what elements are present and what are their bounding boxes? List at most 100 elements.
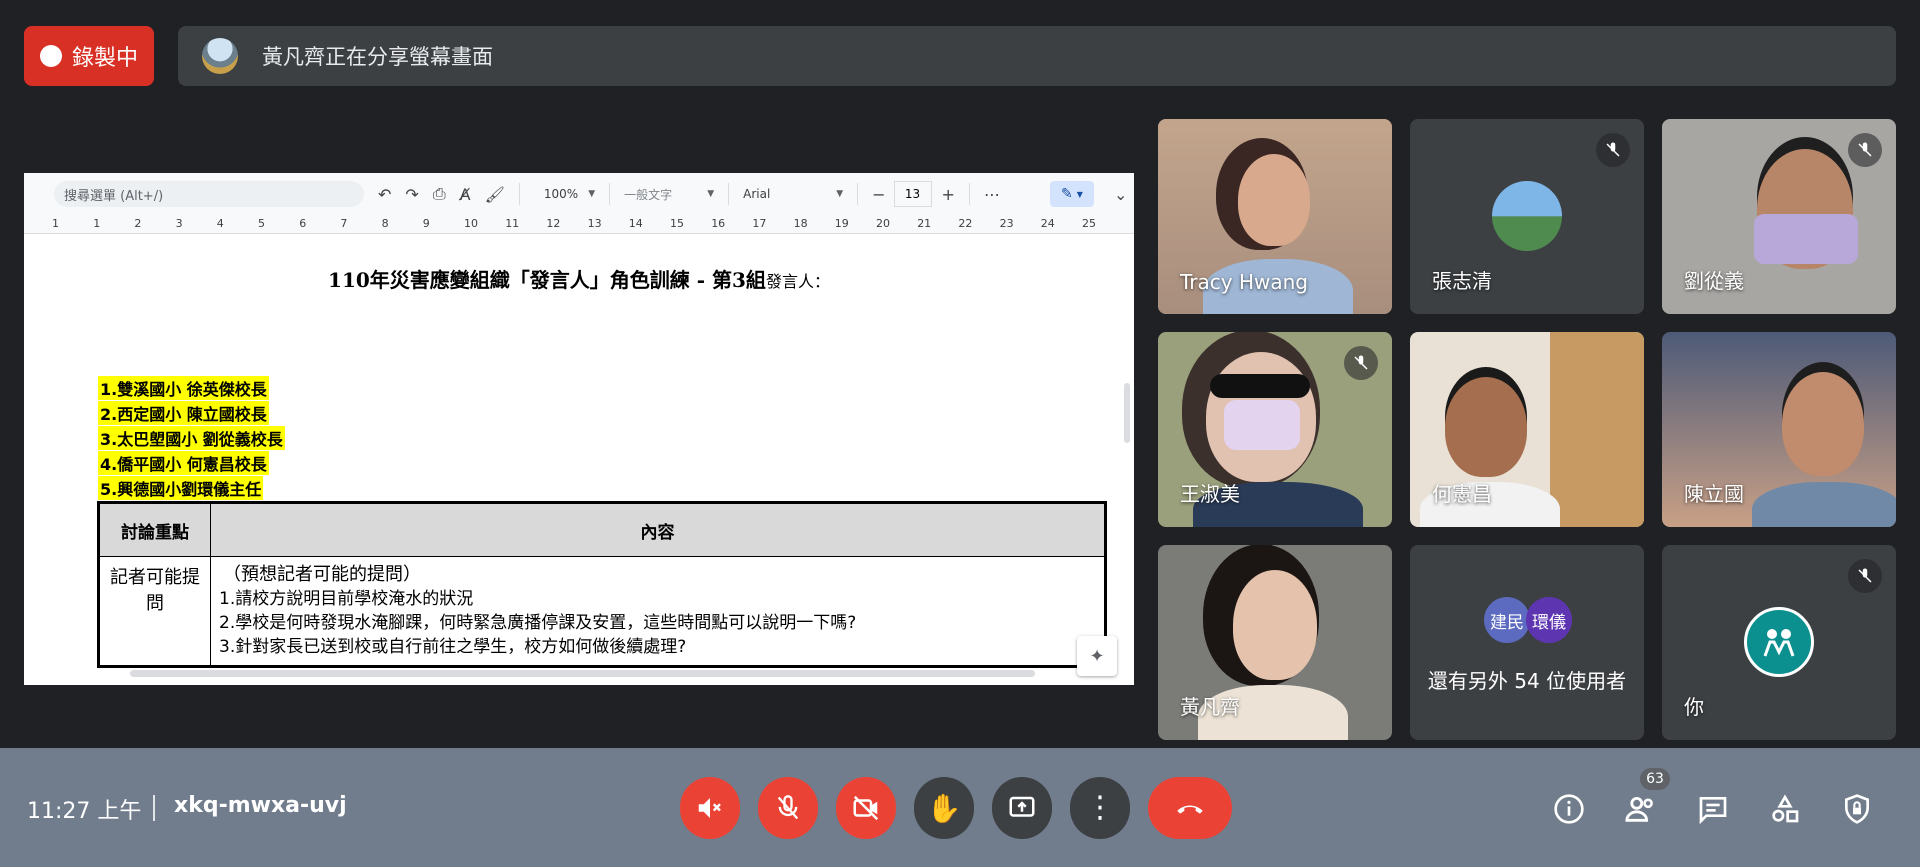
decrease-font-icon[interactable]: − xyxy=(872,185,885,204)
vertical-scrollbar[interactable] xyxy=(1124,383,1130,443)
recording-badge[interactable]: 錄製中 xyxy=(24,26,154,86)
ruler-tick-label: 1 xyxy=(93,217,101,230)
horizontal-scrollbar[interactable] xyxy=(130,670,1035,677)
participant-name: 張志清 xyxy=(1432,269,1492,293)
participant-tile[interactable]: 陳立國 xyxy=(1662,332,1896,527)
member-item: 1.雙溪國小 徐英傑校長 xyxy=(98,376,269,400)
more-vert-icon: ⋮ xyxy=(1085,790,1115,825)
increase-font-icon[interactable]: + xyxy=(942,185,955,204)
mic-toggle-button[interactable] xyxy=(758,777,818,839)
table-header: 討論重點 xyxy=(98,502,211,557)
member-item: 4.僑平國小 何憲昌校長 xyxy=(98,451,269,475)
ruler-tick-label: 1 xyxy=(52,217,59,230)
toolbar-divider xyxy=(518,183,520,205)
ruler-tick-label: 5 xyxy=(258,217,265,230)
more-options-icon[interactable]: ⋯ xyxy=(984,185,1000,204)
paint-format-icon[interactable]: 🖌 xyxy=(485,185,505,204)
collapse-toolbar-icon[interactable]: ⌄ xyxy=(1114,185,1127,204)
ruler-tick-label: 16 xyxy=(711,217,726,230)
participant-tile[interactable]: 你 xyxy=(1662,545,1896,740)
clock: 11:27 上午 xyxy=(27,799,142,824)
explore-button[interactable]: ✦ xyxy=(1077,636,1117,676)
info-icon xyxy=(1554,794,1584,824)
meeting-code: xkq-mwxa-uvj xyxy=(174,793,347,818)
participant-video xyxy=(1233,570,1317,680)
participant-name: 何憲昌 xyxy=(1432,482,1492,506)
activities-button[interactable] xyxy=(1765,789,1805,829)
toolbar-divider xyxy=(968,183,970,205)
print-icon[interactable]: ⎙ xyxy=(433,184,446,204)
ruler-tick-label: 9 xyxy=(422,217,430,230)
chevron-down-icon: ▼ xyxy=(1076,189,1083,199)
participant-video xyxy=(1210,374,1310,398)
host-controls-button[interactable] xyxy=(1837,789,1877,829)
zoom-select[interactable]: 100% ▼ xyxy=(544,187,595,201)
participant-tile[interactable]: 黃凡齊 xyxy=(1158,545,1392,740)
ruler-tick-label: 25 xyxy=(1082,217,1096,230)
toolbar-divider xyxy=(857,183,859,205)
shapes-icon xyxy=(1772,794,1799,823)
redo-icon[interactable]: ↷ xyxy=(405,185,418,204)
ruler-tick-label: 18 xyxy=(793,217,808,230)
toolbar-divider xyxy=(728,183,730,205)
member-item: 3.太巴塱國小 劉從義校長 xyxy=(98,426,285,450)
speaker-mute-button[interactable] xyxy=(680,777,740,839)
more-options-button[interactable]: ⋮ xyxy=(1070,777,1130,839)
chevron-down-icon: ▼ xyxy=(588,189,596,199)
ruler-tick-label: 4 xyxy=(216,217,224,230)
leave-call-button[interactable] xyxy=(1148,777,1232,839)
participant-name: 劉從義 xyxy=(1684,269,1744,293)
screen-share-banner: 黃凡齊正在分享螢幕畫面 xyxy=(178,26,1896,86)
editing-mode-button[interactable]: ✎ ▼ xyxy=(1049,181,1094,207)
undo-icon[interactable]: ↶ xyxy=(378,185,391,204)
participant-tile[interactable]: 劉從義 xyxy=(1662,119,1896,314)
table-cell-content: （預想記者可能的提問） 1.請校方說明目前學校淹水的狀況 2.學校是何時發現水淹… xyxy=(210,556,1106,667)
avatar: 建民 xyxy=(1484,597,1530,643)
mic-off-icon xyxy=(1596,133,1630,167)
ruler-tick-label: 17 xyxy=(752,217,767,230)
ruler-tick-label: 8 xyxy=(381,217,389,230)
spellcheck-icon[interactable]: A̸ xyxy=(460,185,471,204)
doc-title: 110年災害應變組織「發言人」角色訓練 - 第3組發言人： xyxy=(24,264,1134,293)
chat-button[interactable] xyxy=(1693,789,1733,829)
font-size-input[interactable]: 13 xyxy=(893,181,932,207)
participant-video xyxy=(1754,214,1858,264)
present-screen-button[interactable] xyxy=(992,777,1052,839)
ruler-tick-label: 20 xyxy=(876,217,890,230)
participant-tile[interactable]: 何憲昌 xyxy=(1410,332,1644,527)
participant-tile[interactable]: Tracy Hwang xyxy=(1158,119,1392,314)
participant-video xyxy=(1550,332,1644,527)
table-header-row: 討論重點 內容 xyxy=(98,502,1106,557)
participant-tile[interactable]: 建民 環儀 還有另外 54 位使用者 xyxy=(1410,545,1644,740)
ruler-tick-label: 2 xyxy=(134,217,142,230)
people-icon xyxy=(1625,796,1653,822)
style-value: 一般文字 xyxy=(624,187,673,202)
raise-hand-button[interactable]: ✋ xyxy=(914,777,974,839)
participant-tile[interactable]: 張志清 xyxy=(1410,119,1644,314)
font-select[interactable]: Arial ▼ xyxy=(743,187,843,201)
avatar xyxy=(1744,607,1814,677)
question-line: （預想記者可能的提問） xyxy=(223,564,421,585)
participant-tile[interactable]: 王淑美 xyxy=(1158,332,1392,527)
ruler-tick-label: 21 xyxy=(917,217,932,230)
meeting-details-button[interactable] xyxy=(1549,789,1589,829)
style-select[interactable]: 一般文字 ▼ xyxy=(624,186,714,203)
participant-video xyxy=(1752,482,1896,527)
font-value: Arial xyxy=(743,187,771,201)
ruler-tick-label: 24 xyxy=(1040,217,1055,230)
family-logo-icon xyxy=(1763,629,1795,657)
shared-screen: 搜尋選單 (Alt+/) ↶ ↷ ⎙ A̸ 🖌 100% ▼ 一般文字 ▼ Aria… xyxy=(24,173,1134,685)
participant-name: 陳立國 xyxy=(1684,482,1744,506)
present-icon xyxy=(1009,796,1035,817)
chat-icon xyxy=(1699,797,1727,825)
participants-button[interactable] xyxy=(1621,789,1661,829)
avatar xyxy=(1492,181,1562,251)
menu-search-input[interactable]: 搜尋選單 (Alt+/) xyxy=(54,181,364,207)
camera-toggle-button[interactable] xyxy=(836,777,896,839)
doc-page: 110年災害應變組織「發言人」角色訓練 - 第3組發言人： 1.雙溪國小 徐英傑… xyxy=(24,234,1134,685)
question-line: 1.請校方說明目前學校淹水的狀況 xyxy=(219,589,474,609)
ruler-tick-label: 7 xyxy=(340,217,348,230)
participant-video xyxy=(1445,377,1527,477)
table-row: 記者可能提問 （預想記者可能的提問） 1.請校方說明目前學校淹水的狀況 2.學校… xyxy=(98,556,1106,667)
zoom-value: 100% xyxy=(543,187,579,201)
